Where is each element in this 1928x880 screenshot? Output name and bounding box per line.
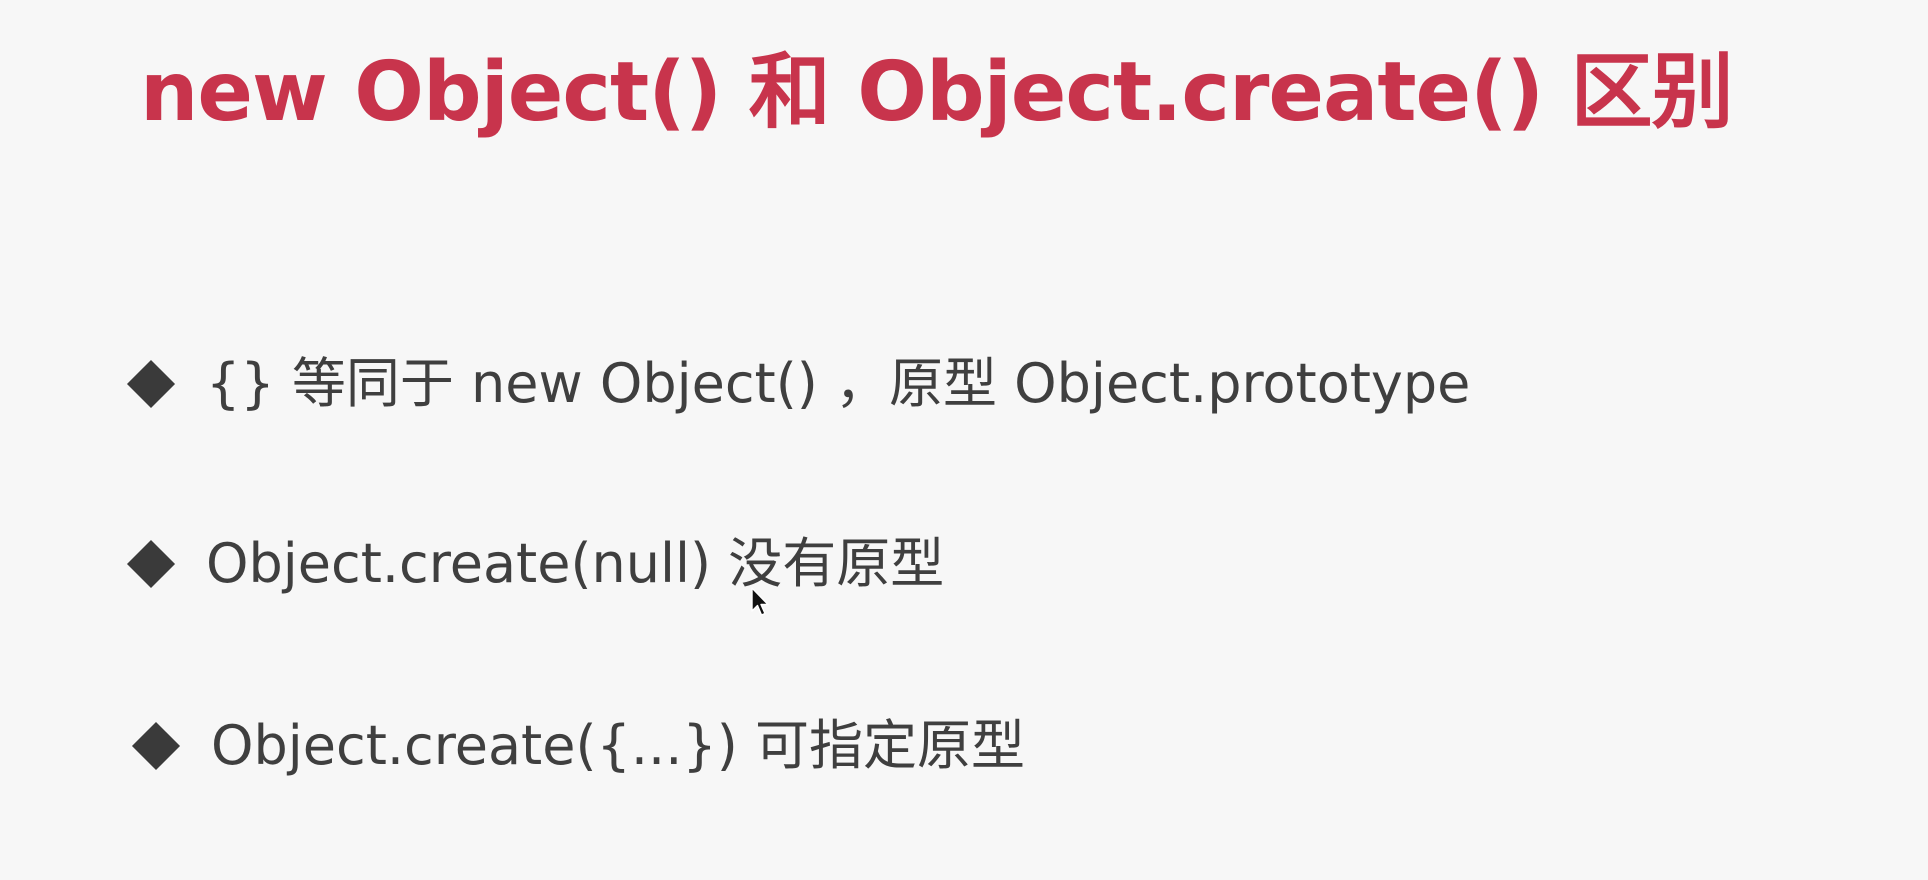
bullet-text-3: Object.create({...}) 可指定原型 [211, 714, 1025, 777]
slide: new Object() 和 Object.create() 区别 {} 等同于… [0, 0, 1928, 880]
mouse-pointer-icon [751, 587, 769, 616]
bullet-text-1: {} 等同于 new Object() ，原型 Object.prototype [206, 352, 1471, 415]
diamond-bullet-icon [126, 360, 176, 409]
slide-title: new Object() 和 Object.create() 区别 [140, 45, 1734, 140]
bullet-item-2: Object.create(null) 没有原型 [126, 532, 945, 597]
bullet-item-1: {} 等同于 new Object() ，原型 Object.prototype [126, 352, 1471, 417]
diamond-bullet-icon [131, 722, 181, 771]
diamond-bullet-icon [126, 540, 176, 589]
bullet-text-2: Object.create(null) 没有原型 [206, 532, 945, 595]
bullet-item-3: Object.create({...}) 可指定原型 [131, 714, 1025, 779]
